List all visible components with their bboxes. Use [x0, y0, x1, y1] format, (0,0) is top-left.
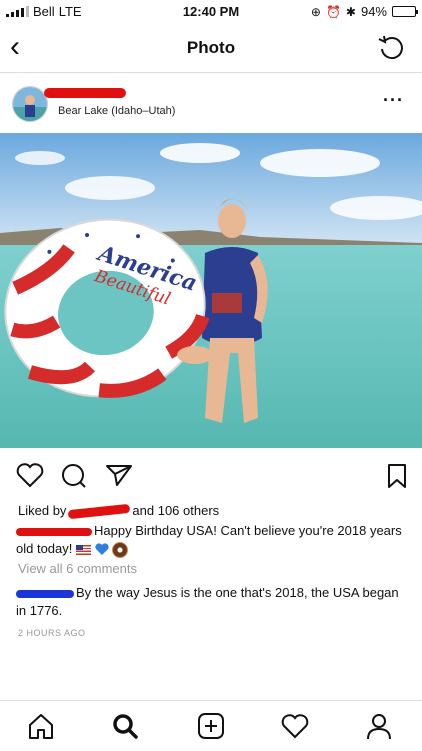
battery-percent: 94%	[360, 4, 387, 19]
like-heart-icon[interactable]	[16, 462, 44, 488]
post-photo[interactable]: America Beautiful	[0, 133, 422, 448]
activity-heart-icon[interactable]	[280, 711, 310, 741]
page-title: Photo	[186, 38, 236, 57]
view-all-comments-link[interactable]: View all 6 comments	[18, 560, 137, 578]
new-post-icon[interactable]	[196, 711, 226, 741]
comment: By the way Jesus is the one that's 2018,…	[16, 584, 406, 620]
post-location[interactable]: Bear Lake (Idaho–Utah)	[58, 105, 175, 117]
bluetooth-icon: ✱	[345, 4, 356, 19]
nav-bar: ‹ Photo	[0, 24, 422, 73]
tab-bar	[0, 700, 422, 751]
post-header: Bear Lake (Idaho–Utah) ···	[0, 80, 422, 130]
battery-icon	[392, 6, 418, 17]
home-icon[interactable]	[26, 711, 56, 741]
refresh-icon[interactable]	[376, 33, 406, 63]
commenter-redaction	[16, 589, 74, 598]
profile-icon[interactable]	[364, 711, 394, 741]
search-icon[interactable]	[110, 711, 140, 741]
author-redaction	[16, 527, 92, 536]
avatar[interactable]	[12, 86, 48, 122]
post-actions	[0, 458, 422, 494]
post-timestamp: 2 HOURS AGO	[18, 628, 86, 638]
alarm-icon: ⏰	[325, 4, 341, 19]
username-redaction	[44, 88, 126, 98]
comment-text: By the way Jesus is the one that's 2018,…	[16, 585, 399, 618]
us-flag-emoji	[76, 544, 91, 555]
comment-bubble-icon[interactable]	[60, 462, 88, 490]
lock-rotation-icon: ⊕	[310, 4, 321, 19]
likes-line[interactable]: Liked by and 106 others	[18, 502, 219, 520]
share-send-icon[interactable]	[104, 462, 134, 488]
caption: Happy Birthday USA! Can't believe you're…	[16, 522, 406, 558]
likes-prefix: Liked by	[18, 503, 67, 518]
more-options-icon[interactable]: ···	[383, 90, 404, 111]
save-bookmark-icon[interactable]	[386, 462, 408, 490]
donut-emoji	[112, 541, 129, 558]
status-right: ⊕ ⏰ ✱ 94%	[310, 4, 418, 19]
liker-redaction	[68, 503, 131, 520]
status-bar: Bell LTE 12:40 PM ⊕ ⏰ ✱ 94%	[0, 0, 422, 24]
photo-image: America Beautiful	[0, 133, 422, 448]
blue-heart-emoji	[95, 543, 109, 556]
likes-suffix: and 106 others	[132, 503, 220, 518]
